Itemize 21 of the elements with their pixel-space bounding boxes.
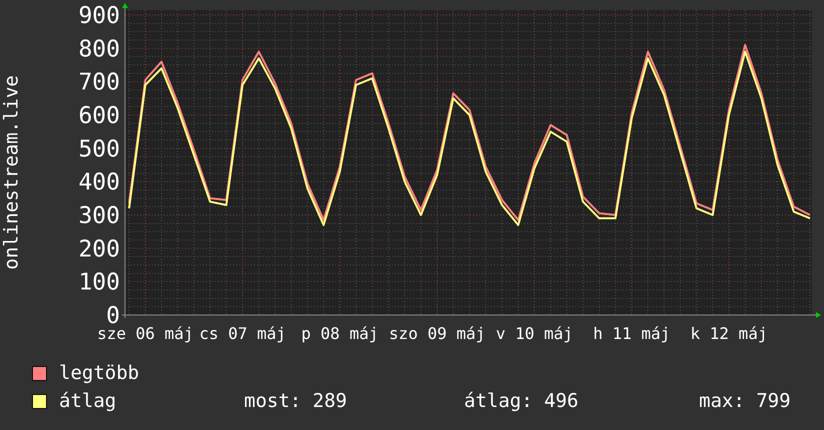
legend-statistic: max: 799 [699,389,791,413]
x-tick-label: cs 07 máj [199,324,286,343]
y-tick-label: 500 [78,136,120,162]
y-tick-label: 900 [78,3,120,29]
y-tick-label: 800 [78,36,120,62]
x-tick-label: k 12 máj [690,324,768,343]
legend-statistic: átlag: 496 [464,389,580,413]
y-tick-label: 600 [78,103,120,129]
x-tick-label: h 11 máj [593,324,670,343]
y-tick-label: 300 [78,203,120,229]
y-tick-label: 200 [78,236,120,262]
legend-label: átlag [59,389,118,413]
x-tick-label: szo 09 máj [388,324,486,343]
legend-label: legtöbb [59,361,140,385]
y-tick-label: 100 [78,270,120,296]
x-tick-label: p 08 máj [301,324,378,343]
x-tick-label: v 10 máj [496,324,573,343]
y-tick-label: 700 [78,70,120,96]
y-axis-title: onlinestream.live [2,75,22,270]
y-tick-label: 400 [78,170,120,196]
legend-statistic: most: 289 [244,389,348,413]
